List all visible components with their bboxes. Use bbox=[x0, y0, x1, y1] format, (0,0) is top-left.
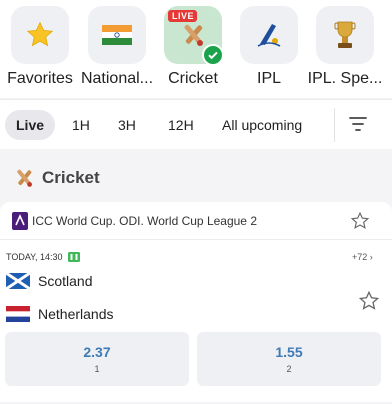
chevron-right-icon: › bbox=[369, 252, 373, 262]
team-name: Scotland bbox=[38, 273, 93, 289]
odds-value: 2.37 bbox=[83, 344, 111, 360]
favorite-star-icon[interactable] bbox=[358, 290, 380, 312]
filter-divider bbox=[334, 108, 335, 142]
filter-12h[interactable]: 12H bbox=[168, 110, 194, 140]
icc-logo-icon bbox=[12, 212, 28, 230]
category-favorites[interactable]: Favorites bbox=[7, 6, 73, 87]
live-badge: LIVE bbox=[168, 10, 198, 22]
sort-icon[interactable] bbox=[348, 114, 368, 139]
live-stats-icon bbox=[68, 252, 81, 262]
odds-value: 1.55 bbox=[275, 344, 303, 360]
team-row: Netherlands bbox=[6, 306, 114, 322]
category-label: IPL bbox=[256, 70, 282, 87]
filter-3h[interactable]: 3H bbox=[118, 110, 136, 140]
match-time-row: TODAY, 14:30 bbox=[6, 252, 81, 262]
more-markets-count: +72 bbox=[352, 252, 368, 262]
trophy-icon bbox=[334, 21, 356, 48]
filter-all-upcoming[interactable]: All upcoming bbox=[222, 110, 302, 140]
favorite-star-icon[interactable] bbox=[350, 211, 370, 231]
selected-check-icon bbox=[202, 44, 224, 66]
cricket-icon bbox=[17, 169, 32, 187]
category-tile bbox=[88, 6, 146, 64]
match-time: TODAY, 14:30 bbox=[6, 252, 63, 262]
section-title: Cricket bbox=[42, 168, 100, 187]
category-tile bbox=[316, 6, 374, 64]
filter-1h[interactable]: 1H bbox=[72, 110, 90, 140]
category-ipl[interactable]: IPL bbox=[236, 6, 302, 87]
category-label: Favorites bbox=[7, 70, 73, 87]
odds-button-away[interactable]: 1.55 2 bbox=[197, 332, 381, 386]
category-label: Cricket bbox=[168, 70, 218, 87]
category-tile bbox=[240, 6, 298, 64]
star-icon bbox=[26, 21, 54, 47]
category-tile bbox=[11, 6, 69, 64]
odds-label: 1 bbox=[94, 364, 100, 374]
team-name: Netherlands bbox=[38, 306, 114, 322]
netherlands-flag-icon bbox=[6, 306, 30, 322]
category-label: IPL. Spe... bbox=[307, 70, 383, 87]
odds-button-home[interactable]: 2.37 1 bbox=[5, 332, 189, 386]
time-filter-bar: Live 1H 3H 12H All upcoming bbox=[0, 99, 392, 149]
india-flag-icon bbox=[102, 25, 132, 45]
league-row[interactable]: ICC World Cup. ODI. World Cup League 2 bbox=[0, 202, 392, 240]
category-tile: LIVE bbox=[164, 6, 224, 66]
ipl-logo-icon bbox=[257, 24, 281, 47]
scotland-flag-icon bbox=[6, 273, 30, 289]
section-header: Cricket bbox=[12, 166, 100, 190]
filter-live[interactable]: Live bbox=[5, 110, 56, 140]
match-card: ICC World Cup. ODI. World Cup League 2 T… bbox=[0, 202, 392, 402]
league-name: ICC World Cup. ODI. World Cup League 2 bbox=[32, 214, 257, 228]
category-national[interactable]: National... bbox=[81, 6, 153, 87]
category-label: National... bbox=[80, 70, 154, 87]
more-markets-link[interactable]: +72 › bbox=[352, 252, 373, 262]
category-ipl-specials[interactable]: IPL. Spe... bbox=[308, 6, 382, 87]
team-row: Scotland bbox=[6, 273, 92, 289]
category-cricket[interactable]: LIVE Cricket bbox=[160, 6, 226, 87]
odds-label: 2 bbox=[286, 364, 292, 374]
category-strip: Favorites National... LIVE Cricket IPL I… bbox=[0, 0, 392, 98]
cricket-icon bbox=[184, 24, 203, 46]
